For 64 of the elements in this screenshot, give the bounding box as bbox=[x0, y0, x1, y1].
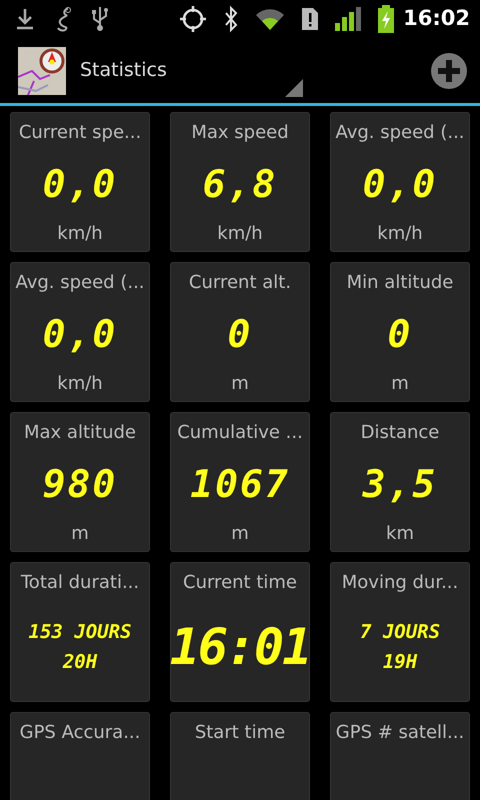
stat-tile[interactable]: Avg. speed (... 0,0 km/h bbox=[330, 112, 470, 252]
tile-unit: km/h bbox=[217, 222, 263, 246]
gps-icon bbox=[179, 5, 208, 33]
tile-label: Current time bbox=[183, 571, 297, 595]
tile-unit: km/h bbox=[377, 222, 423, 246]
tile-value: 3,5 bbox=[362, 460, 438, 508]
tile-value: 0,0 bbox=[42, 310, 118, 358]
stat-tile[interactable]: Current alt. 0 m bbox=[170, 262, 310, 402]
tile-value: 0,0 bbox=[42, 160, 118, 208]
stat-tile[interactable]: Current time 16:01 bbox=[170, 562, 310, 702]
tile-label: Current spe... bbox=[18, 121, 142, 145]
tile-unit: m bbox=[231, 372, 249, 396]
stat-tile[interactable]: Cumulative ... 1067 m bbox=[170, 412, 310, 552]
stat-tile[interactable]: Current spe... 0,0 km/h bbox=[10, 112, 150, 252]
tile-value: 0 bbox=[228, 310, 252, 358]
stat-tile[interactable]: Distance 3,5 km bbox=[330, 412, 470, 552]
tile-value: 980 bbox=[42, 460, 118, 508]
stat-tile[interactable]: GPS # satell... bbox=[330, 712, 470, 800]
stat-tile[interactable]: GPS Accura... bbox=[10, 712, 150, 800]
tile-label: Distance bbox=[360, 421, 440, 445]
battery-charging-icon bbox=[377, 5, 396, 33]
tile-unit: km/h bbox=[57, 222, 103, 246]
tile-value: 7 JOURS 19H bbox=[360, 620, 440, 675]
tile-label: Cumulative ... bbox=[177, 421, 303, 445]
tile-label: Current alt. bbox=[188, 271, 292, 295]
sim-alert-icon bbox=[301, 7, 320, 31]
tile-value: 153 JOURS 20H bbox=[28, 620, 132, 675]
bluetooth-icon bbox=[223, 5, 240, 33]
tile-label: GPS Accura... bbox=[20, 721, 140, 745]
tile-label: Avg. speed (... bbox=[335, 121, 465, 145]
tile-unit: m bbox=[71, 522, 89, 546]
add-button[interactable] bbox=[430, 52, 468, 90]
tile-label: Min altitude bbox=[346, 271, 454, 295]
tile-value: 16:01 bbox=[170, 616, 310, 678]
tile-label: Max speed bbox=[191, 121, 289, 145]
tile-unit: m bbox=[231, 522, 249, 546]
tile-value: 6,8 bbox=[202, 160, 278, 208]
download-icon bbox=[14, 7, 36, 31]
tile-label: Moving dur... bbox=[342, 571, 458, 595]
tile-value: 0 bbox=[388, 310, 412, 358]
stat-tile[interactable]: Total durati... 153 JOURS 20H bbox=[10, 562, 150, 702]
tile-label: Start time bbox=[194, 721, 286, 745]
stat-tile[interactable]: Min altitude 0 m bbox=[330, 262, 470, 402]
tile-value: 1067 bbox=[190, 460, 290, 508]
stat-tile[interactable]: Moving dur... 7 JOURS 19H bbox=[330, 562, 470, 702]
tile-unit: m bbox=[391, 372, 409, 396]
app-icon[interactable] bbox=[18, 46, 66, 94]
tile-unit: km/h bbox=[57, 372, 103, 396]
tile-label: GPS # satell... bbox=[336, 721, 464, 745]
dropdown-corner-icon[interactable] bbox=[285, 79, 303, 97]
tile-label: Total durati... bbox=[20, 571, 140, 595]
tile-label: Max altitude bbox=[24, 421, 136, 445]
clock-text: 16:02 bbox=[403, 5, 470, 32]
tile-label: Avg. speed (... bbox=[15, 271, 145, 295]
tile-unit: km bbox=[386, 522, 414, 546]
screen-title: Statistics bbox=[80, 58, 167, 84]
stat-tile[interactable]: Max altitude 980 m bbox=[10, 412, 150, 552]
signal-icon bbox=[335, 7, 362, 31]
stat-tile[interactable]: Max speed 6,8 km/h bbox=[170, 112, 310, 252]
wifi-icon bbox=[255, 7, 286, 31]
stat-tile[interactable]: Start time bbox=[170, 712, 310, 800]
usb-icon bbox=[90, 5, 110, 33]
tile-value: 0,0 bbox=[362, 160, 438, 208]
stat-tile[interactable]: Avg. speed (... 0,0 km/h bbox=[10, 262, 150, 402]
